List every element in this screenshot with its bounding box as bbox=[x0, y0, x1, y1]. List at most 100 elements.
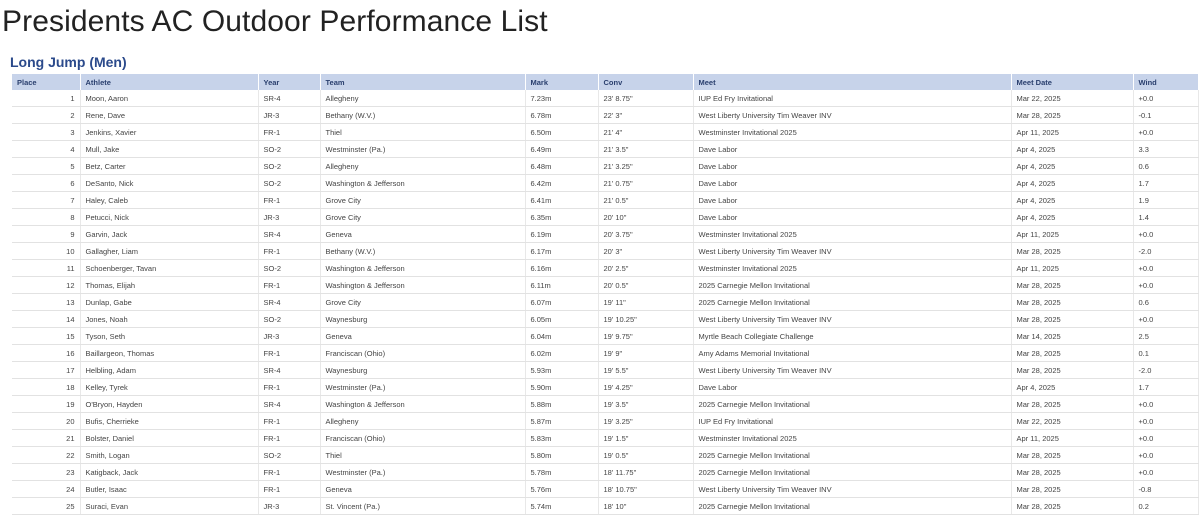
table-row: 8 Petucci, Nick JR-3 Grove City 6.35m 20' 10"… bbox=[12, 208, 1199, 226]
meet-name-cell[interactable]: Dave Labor bbox=[693, 157, 1012, 175]
athlete-name-cell[interactable]: Tyson, Seth bbox=[80, 327, 259, 345]
team-name-cell[interactable]: Washington & Jefferson bbox=[320, 276, 526, 294]
year-cell: JR-3 bbox=[258, 327, 321, 345]
athlete-name-cell[interactable]: Gallagher, Liam bbox=[80, 242, 259, 260]
athlete-name-cell[interactable]: Jenkins, Xavier bbox=[80, 123, 259, 141]
athlete-name-cell[interactable]: Jones, Noah bbox=[80, 310, 259, 328]
meet-name-cell[interactable]: 2025 Carnegie Mellon Invitational bbox=[693, 276, 1012, 294]
athlete-name-cell[interactable]: Bufis, Cherrieke bbox=[80, 412, 259, 430]
conv-cell: 21' 3.25" bbox=[598, 157, 694, 175]
athlete-name-cell[interactable]: O'Bryon, Hayden bbox=[80, 395, 259, 413]
table-row: 19 O'Bryon, Hayden SR-4 Washington & Jeffer… bbox=[12, 395, 1199, 413]
meet-name-cell[interactable]: 2025 Carnegie Mellon Invitational bbox=[693, 293, 1012, 311]
team-name-cell[interactable]: Thiel bbox=[320, 123, 526, 141]
meet-name-cell[interactable]: 2025 Carnegie Mellon Invitational bbox=[693, 463, 1012, 481]
team-name-cell[interactable]: Franciscan (Ohio) bbox=[320, 429, 526, 447]
athlete-name-cell[interactable]: Betz, Carter bbox=[80, 157, 259, 175]
meet-name-cell[interactable]: Myrtle Beach Collegiate Challenge bbox=[693, 327, 1012, 345]
team-name-cell[interactable]: Grove City bbox=[320, 293, 526, 311]
team-name-cell[interactable]: Franciscan (Ohio) bbox=[320, 344, 526, 362]
athlete-name-cell[interactable]: Thomas, Elijah bbox=[80, 276, 259, 294]
athlete-name-cell[interactable]: Dunlap, Gabe bbox=[80, 293, 259, 311]
athlete-name-cell[interactable]: DeSanto, Nick bbox=[80, 174, 259, 192]
team-name-cell[interactable]: Washington & Jefferson bbox=[320, 174, 526, 192]
meet-name-cell[interactable]: West Liberty University Tim Weaver INV bbox=[693, 480, 1012, 498]
meet-name-cell[interactable]: Dave Labor bbox=[693, 140, 1012, 158]
place-cell: 20 bbox=[12, 412, 81, 430]
meet-name-cell[interactable]: IUP Ed Fry Invitational bbox=[693, 90, 1012, 107]
meet-name-cell[interactable]: 2025 Carnegie Mellon Invitational bbox=[693, 446, 1012, 464]
athlete-name-cell[interactable]: Mull, Jake bbox=[80, 140, 259, 158]
meet-name-cell[interactable]: Dave Labor bbox=[693, 208, 1012, 226]
year-cell: FR-1 bbox=[258, 480, 321, 498]
athlete-name-cell[interactable]: Garvin, Jack bbox=[80, 225, 259, 243]
year-cell: FR-1 bbox=[258, 242, 321, 260]
team-name-cell[interactable]: Westminster (Pa.) bbox=[320, 140, 526, 158]
meet-name-cell[interactable]: Westminster Invitational 2025 bbox=[693, 259, 1012, 277]
athlete-name-cell[interactable]: Kelley, Tyrek bbox=[80, 378, 259, 396]
meet-name-cell[interactable]: West Liberty University Tim Weaver INV bbox=[693, 106, 1012, 124]
column-header-conv[interactable]: Conv bbox=[598, 74, 694, 90]
meet-name-cell[interactable]: Dave Labor bbox=[693, 174, 1012, 192]
team-name-cell[interactable]: Geneva bbox=[320, 327, 526, 345]
wind-cell: 0.2 bbox=[1133, 497, 1199, 515]
year-cell: JR-3 bbox=[258, 208, 321, 226]
team-name-cell[interactable]: Waynesburg bbox=[320, 361, 526, 379]
year-cell: SO-2 bbox=[258, 140, 321, 158]
meet-name-cell[interactable]: West Liberty University Tim Weaver INV bbox=[693, 310, 1012, 328]
athlete-name-cell[interactable]: Helbling, Adam bbox=[80, 361, 259, 379]
athlete-name-cell[interactable]: Katigback, Jack bbox=[80, 463, 259, 481]
athlete-name-cell[interactable]: Smith, Logan bbox=[80, 446, 259, 464]
athlete-name-cell[interactable]: Bolster, Daniel bbox=[80, 429, 259, 447]
mark-cell: 6.50m bbox=[525, 123, 599, 141]
athlete-name-cell[interactable]: Suraci, Evan bbox=[80, 497, 259, 515]
team-name-cell[interactable]: Bethany (W.V.) bbox=[320, 106, 526, 124]
table-row: 24 Butler, Isaac FR-1 Geneva 5.76m 18' 10.75"… bbox=[12, 480, 1199, 498]
athlete-name-cell[interactable]: Baillargeon, Thomas bbox=[80, 344, 259, 362]
team-name-cell[interactable]: Allegheny bbox=[320, 157, 526, 175]
column-header-meet[interactable]: Meet bbox=[693, 74, 1012, 90]
meet-name-cell[interactable]: Dave Labor bbox=[693, 191, 1012, 209]
team-name-cell[interactable]: Geneva bbox=[320, 480, 526, 498]
athlete-name-cell[interactable]: Moon, Aaron bbox=[80, 90, 259, 107]
meet-name-cell[interactable]: West Liberty University Tim Weaver INV bbox=[693, 361, 1012, 379]
meet-name-cell[interactable]: Dave Labor bbox=[693, 378, 1012, 396]
column-header-team[interactable]: Team bbox=[320, 74, 526, 90]
mark-cell: 6.02m bbox=[525, 344, 599, 362]
meet-name-cell[interactable]: Westminster Invitational 2025 bbox=[693, 123, 1012, 141]
mark-cell: 5.80m bbox=[525, 446, 599, 464]
team-name-cell[interactable]: Westminster (Pa.) bbox=[320, 463, 526, 481]
wind-cell: 3.3 bbox=[1133, 140, 1199, 158]
team-name-cell[interactable]: Westminster (Pa.) bbox=[320, 378, 526, 396]
meet-name-cell[interactable]: 2025 Carnegie Mellon Invitational bbox=[693, 395, 1012, 413]
meet-name-cell[interactable]: Westminster Invitational 2025 bbox=[693, 429, 1012, 447]
meet-name-cell[interactable]: Amy Adams Memorial Invitational bbox=[693, 344, 1012, 362]
column-header-mark[interactable]: Mark bbox=[525, 74, 599, 90]
meet-name-cell[interactable]: West Liberty University Tim Weaver INV bbox=[693, 242, 1012, 260]
athlete-name-cell[interactable]: Rene, Dave bbox=[80, 106, 259, 124]
column-header-athlete[interactable]: Athlete bbox=[80, 74, 259, 90]
meet-name-cell[interactable]: 2025 Carnegie Mellon Invitational bbox=[693, 497, 1012, 515]
meet-name-cell[interactable]: Westminster Invitational 2025 bbox=[693, 225, 1012, 243]
athlete-name-cell[interactable]: Schoenberger, Tavan bbox=[80, 259, 259, 277]
column-header-year[interactable]: Year bbox=[258, 74, 321, 90]
team-name-cell[interactable]: Bethany (W.V.) bbox=[320, 242, 526, 260]
column-header-meet-date[interactable]: Meet Date bbox=[1011, 74, 1134, 90]
team-name-cell[interactable]: Allegheny bbox=[320, 412, 526, 430]
team-name-cell[interactable]: Washington & Jefferson bbox=[320, 395, 526, 413]
team-name-cell[interactable]: Waynesburg bbox=[320, 310, 526, 328]
team-name-cell[interactable]: St. Vincent (Pa.) bbox=[320, 497, 526, 515]
athlete-name-cell[interactable]: Haley, Caleb bbox=[80, 191, 259, 209]
athlete-name-cell[interactable]: Butler, Isaac bbox=[80, 480, 259, 498]
team-name-cell[interactable]: Geneva bbox=[320, 225, 526, 243]
team-name-cell[interactable]: Grove City bbox=[320, 191, 526, 209]
meet-name-cell[interactable]: IUP Ed Fry Invitational bbox=[693, 412, 1012, 430]
team-name-cell[interactable]: Allegheny bbox=[320, 90, 526, 107]
column-header-wind[interactable]: Wind bbox=[1133, 74, 1199, 90]
team-name-cell[interactable]: Thiel bbox=[320, 446, 526, 464]
athlete-name-cell[interactable]: Petucci, Nick bbox=[80, 208, 259, 226]
team-name-cell[interactable]: Washington & Jefferson bbox=[320, 259, 526, 277]
team-name-cell[interactable]: Grove City bbox=[320, 208, 526, 226]
wind-cell: +0.0 bbox=[1133, 446, 1199, 464]
column-header-place[interactable]: Place bbox=[12, 74, 81, 90]
